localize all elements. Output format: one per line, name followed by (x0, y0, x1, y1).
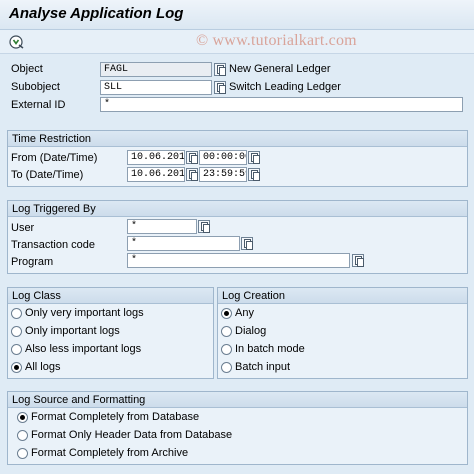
object-matchcode-icon[interactable] (214, 63, 226, 76)
log-class-option-label: Also less important logs (25, 343, 142, 355)
tcode-label: Transaction code (11, 239, 95, 251)
log-source-option-label: Format Only Header Data from Database (31, 429, 233, 441)
user-label: User (11, 222, 35, 234)
log-creation-title: Log Creation (222, 290, 285, 302)
log-source-title: Log Source and Formatting (12, 394, 146, 406)
log-creation-radio-3[interactable] (221, 362, 232, 373)
user-field[interactable]: * (127, 219, 197, 234)
object-field[interactable]: FAGL (100, 62, 212, 77)
log-creation-radio-0[interactable] (221, 308, 232, 319)
log-class-title: Log Class (12, 290, 61, 302)
log-source-radio-2[interactable] (17, 448, 28, 459)
log-source-radio-1[interactable] (17, 430, 28, 441)
user-matchcode-icon[interactable] (198, 220, 210, 233)
log-class-radio-3[interactable] (11, 362, 22, 373)
object-label: Object (11, 63, 43, 75)
page-title: Analyse Application Log (9, 5, 184, 22)
log-class-option-label: Only important logs (25, 325, 120, 337)
subobject-description: Switch Leading Ledger (229, 81, 341, 93)
object-description: New General Ledger (229, 63, 331, 75)
from-date-field[interactable]: 10.06.2018 (127, 150, 185, 165)
subobject-field[interactable]: SLL (100, 80, 212, 95)
log-creation-option-label: Dialog (235, 325, 267, 337)
tcode-matchcode-icon[interactable] (241, 237, 253, 250)
log-creation-option-label: Batch input (235, 361, 291, 373)
from-label: From (Date/Time) (11, 152, 98, 164)
tcode-field[interactable]: * (127, 236, 240, 251)
log-triggered-by-title: Log Triggered By (12, 203, 96, 215)
log-source-radio-0[interactable] (17, 412, 28, 423)
log-source-option-label: Format Completely from Database (31, 411, 200, 423)
to-time-field[interactable]: 23:59:59 (199, 167, 247, 182)
title-bar: Analyse Application Log (0, 0, 474, 30)
from-time-field[interactable]: 00:00:00 (199, 150, 247, 165)
log-creation-radio-1[interactable] (221, 326, 232, 337)
to-date-calendar-icon[interactable] (186, 168, 198, 181)
log-creation-radio-2[interactable] (221, 344, 232, 355)
log-class-option-label: Only very important logs (25, 307, 144, 319)
log-source-option-label: Format Completely from Archive (31, 447, 189, 459)
subobject-matchcode-icon[interactable] (214, 81, 226, 94)
from-date-calendar-icon[interactable] (186, 151, 198, 164)
log-class-radio-1[interactable] (11, 326, 22, 337)
program-field[interactable]: * (127, 253, 350, 268)
log-creation-option-label: Any (235, 307, 254, 319)
to-time-icon[interactable] (248, 168, 260, 181)
log-creation-option-label: In batch mode (235, 343, 305, 355)
time-restriction-title: Time Restriction (12, 133, 92, 145)
external-id-field[interactable]: * (100, 97, 463, 112)
to-date-field[interactable]: 10.06.2018 (127, 167, 185, 182)
program-label: Program (11, 256, 54, 268)
external-id-label: External ID (11, 99, 66, 111)
log-class-radio-2[interactable] (11, 344, 22, 355)
watermark: © www.tutorialkart.com (196, 32, 357, 49)
subobject-label: Subobject (11, 81, 60, 93)
execute-icon[interactable] (9, 34, 25, 50)
program-matchcode-icon[interactable] (352, 254, 364, 267)
to-label: To (Date/Time) (11, 169, 84, 181)
from-time-icon[interactable] (248, 151, 260, 164)
log-class-radio-0[interactable] (11, 308, 22, 319)
log-class-option-label: All logs (25, 361, 61, 373)
